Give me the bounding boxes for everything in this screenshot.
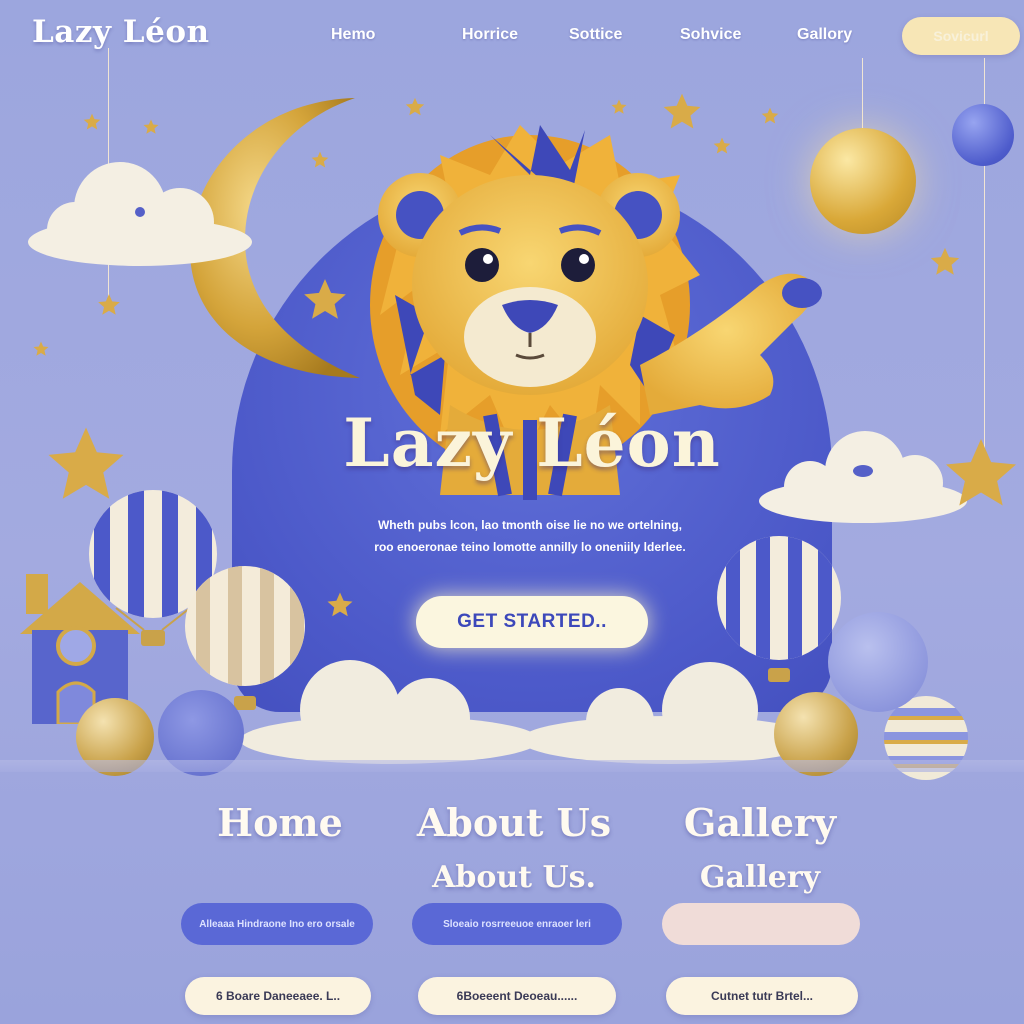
- nav-cta-button[interactable]: Sovicurl: [902, 17, 1020, 55]
- section-title-home: Home: [217, 800, 343, 845]
- nav-link-2[interactable]: Horrice: [462, 26, 518, 44]
- star-icon: [663, 93, 701, 129]
- gallery-button[interactable]: Cutnet tutr Brtel...: [666, 977, 858, 1015]
- home-button[interactable]: 6 Boare Daneeaee. L..: [185, 977, 371, 1015]
- section-subtitle-gallery: Gallery: [699, 860, 821, 895]
- get-started-button[interactable]: GET STARTED..: [416, 596, 648, 648]
- hero-subtitle-line-2: roo enoeronae teino lomotte annilly lo o…: [374, 540, 686, 554]
- section-title-gallery: Gallery: [683, 800, 837, 845]
- nav-link-gallery[interactable]: Gallory: [797, 26, 852, 44]
- star-icon: [327, 592, 353, 617]
- gallery-pill[interactable]: [662, 903, 860, 945]
- about-pill[interactable]: Sloeaio rosrreeuoe enraoer leri: [412, 903, 622, 945]
- brand-logo[interactable]: Lazy Léon: [32, 14, 210, 50]
- nav-link-4[interactable]: Sohvice: [680, 26, 741, 44]
- section-subtitle-about: About Us.: [432, 860, 596, 895]
- star-icon: [83, 113, 101, 130]
- hanging-string: [862, 58, 863, 128]
- star-icon: [611, 99, 627, 114]
- cloud-icon: [28, 162, 252, 266]
- nav-link-1[interactable]: Hemo: [331, 26, 375, 44]
- star-icon: [930, 247, 960, 275]
- hot-air-balloon-striped: [717, 536, 841, 682]
- star-icon: [713, 137, 731, 154]
- nav-link-3[interactable]: Sottice: [569, 26, 622, 44]
- ground-divider: [0, 760, 1024, 772]
- star-icon: [33, 341, 49, 356]
- hero-title: Lazy Léon: [343, 404, 721, 482]
- top-nav: Lazy Léon Hemo Horrice Sottice Sohvice G…: [0, 0, 1024, 72]
- star-icon: [304, 279, 346, 319]
- star-icon: [98, 294, 120, 315]
- star-icon: [143, 119, 159, 134]
- blue-ornament: [952, 104, 1014, 166]
- star-icon: [405, 97, 425, 116]
- star-icon: [311, 151, 329, 168]
- section-title-about: About Us: [416, 800, 612, 845]
- lavender-sphere: [828, 612, 928, 712]
- star-icon: [946, 439, 1016, 506]
- star-icon: [761, 107, 779, 124]
- about-button[interactable]: 6Boeeent Deoeau......: [418, 977, 616, 1015]
- hero-subtitle-line-1: Wheth pubs lcon, lao tmonth oise lie no …: [377, 518, 682, 532]
- home-pill[interactable]: Alleaaa Hindraone Ino ero orsale: [181, 903, 373, 945]
- hero-subtitle: Wheth pubs lcon, lao tmonth oise lie no …: [300, 514, 760, 558]
